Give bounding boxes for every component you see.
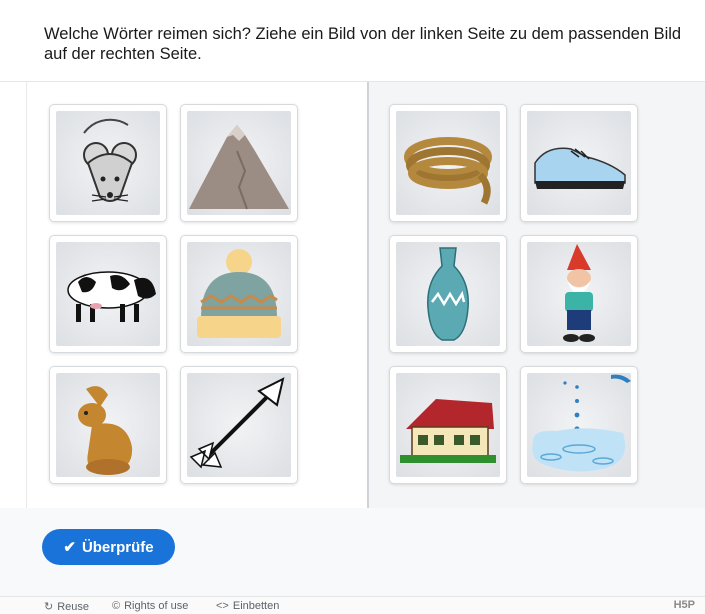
embed-icon: <> bbox=[216, 600, 229, 612]
card-rope[interactable] bbox=[389, 104, 507, 222]
card-water-drops[interactable] bbox=[520, 366, 638, 484]
reuse-link[interactable]: ↻ Reuse bbox=[44, 600, 90, 614]
house-icon bbox=[396, 373, 500, 477]
reuse-icon: ↻ bbox=[44, 601, 54, 613]
beanie-hat-icon bbox=[187, 242, 291, 346]
arrow-icon bbox=[187, 373, 291, 477]
embed-label: Einbetten bbox=[232, 600, 280, 612]
card-beanie-hat[interactable] bbox=[180, 235, 298, 353]
mountain-icon bbox=[187, 111, 291, 215]
question-text: Welche Wörter reimen sich? Ziehe ein Bil… bbox=[44, 25, 682, 63]
checkmark-icon: ✔ bbox=[63, 539, 76, 556]
left-pane bbox=[26, 82, 368, 508]
card-house[interactable] bbox=[389, 366, 507, 484]
rights-link[interactable]: © Rights of use bbox=[112, 600, 188, 612]
check-button-label: Überprüfe bbox=[81, 538, 154, 556]
card-arrow[interactable] bbox=[180, 366, 298, 484]
right-pane bbox=[369, 82, 705, 508]
card-rabbit[interactable] bbox=[49, 366, 167, 484]
check-button[interactable]: ✔ Überprüfe bbox=[42, 529, 175, 565]
shoe-icon bbox=[527, 111, 631, 215]
embed-link[interactable]: <> Einbetten bbox=[216, 600, 279, 612]
card-vase[interactable] bbox=[389, 235, 507, 353]
card-gnome[interactable] bbox=[520, 235, 638, 353]
water-drops-icon bbox=[527, 373, 631, 477]
h5p-logo[interactable]: H5P bbox=[674, 599, 695, 611]
card-mountain[interactable] bbox=[180, 104, 298, 222]
h5p-footer: ↻ Reuse © Rights of use <> Einbetten H5P bbox=[0, 596, 705, 614]
mouse-icon bbox=[56, 111, 160, 215]
reuse-label: Reuse bbox=[57, 600, 90, 613]
matching-board bbox=[26, 82, 705, 508]
card-shoe[interactable] bbox=[520, 104, 638, 222]
rights-label: Rights of use bbox=[124, 600, 189, 612]
vase-icon bbox=[396, 242, 500, 346]
rope-icon bbox=[396, 111, 500, 215]
copyright-icon: © bbox=[112, 600, 121, 612]
gnome-icon bbox=[527, 242, 631, 346]
rabbit-icon bbox=[56, 373, 160, 477]
cow-icon bbox=[56, 242, 160, 346]
card-mouse[interactable] bbox=[49, 104, 167, 222]
card-cow[interactable] bbox=[49, 235, 167, 353]
question-header: Welche Wörter reimen sich? Ziehe ein Bil… bbox=[0, 0, 705, 82]
